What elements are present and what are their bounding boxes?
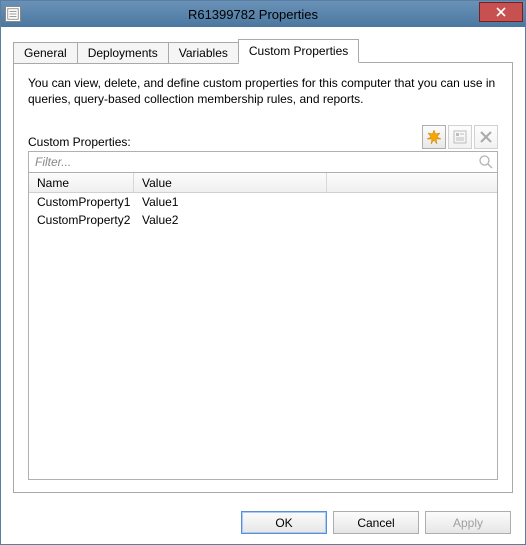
row-name: CustomProperty2 [29, 213, 134, 227]
tab-general[interactable]: General [13, 42, 78, 64]
table-row[interactable]: CustomProperty2 Value2 [29, 211, 497, 229]
tab-deployments[interactable]: Deployments [77, 42, 169, 64]
delete-property-button[interactable] [474, 125, 498, 149]
properties-icon [453, 130, 467, 144]
close-icon [496, 7, 506, 17]
column-header-spacer [327, 173, 497, 192]
apply-button[interactable]: Apply [425, 511, 511, 534]
list-header: Name Value [29, 173, 497, 193]
properties-dialog: R61399782 Properties General Deployments… [0, 0, 526, 545]
tab-custom-properties[interactable]: Custom Properties [238, 39, 359, 63]
system-icon [5, 6, 21, 22]
filter-wrap [28, 151, 498, 173]
panel-description: You can view, delete, and define custom … [28, 75, 498, 107]
new-property-button[interactable] [422, 125, 446, 149]
row-value: Value2 [134, 213, 497, 227]
window-title: R61399782 Properties [27, 7, 479, 22]
toolbar [420, 125, 498, 149]
dialog-footer: OK Cancel Apply [1, 501, 525, 544]
tab-variables[interactable]: Variables [168, 42, 239, 64]
edit-property-button[interactable] [448, 125, 472, 149]
titlebar: R61399782 Properties [1, 1, 525, 27]
row-name: CustomProperty1 [29, 195, 134, 209]
dialog-body: General Deployments Variables Custom Pro… [1, 27, 525, 501]
cancel-button[interactable]: Cancel [333, 511, 419, 534]
search-icon [478, 154, 494, 170]
close-button[interactable] [479, 2, 523, 22]
starburst-icon [427, 130, 441, 144]
tab-panel: You can view, delete, and define custom … [13, 62, 513, 493]
properties-list[interactable]: Name Value CustomProperty1 Value1 Custom… [28, 173, 498, 480]
column-header-name[interactable]: Name [29, 173, 134, 192]
tab-strip: General Deployments Variables Custom Pro… [13, 37, 513, 63]
table-row[interactable]: CustomProperty1 Value1 [29, 193, 497, 211]
ok-button[interactable]: OK [241, 511, 327, 534]
section-header-row: Custom Properties: [28, 125, 498, 149]
row-value: Value1 [134, 195, 497, 209]
delete-icon [479, 130, 493, 144]
filter-input[interactable] [28, 151, 498, 173]
column-header-value[interactable]: Value [134, 173, 327, 192]
section-label: Custom Properties: [28, 135, 131, 149]
